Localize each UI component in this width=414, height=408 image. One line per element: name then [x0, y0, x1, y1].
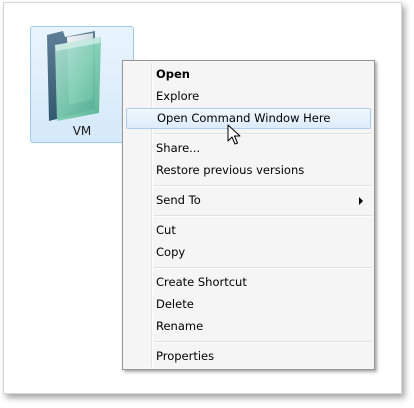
- arrow-cursor-icon: [227, 124, 241, 145]
- menu-separator: [154, 341, 372, 343]
- menu-item-send-to-label: Send To: [156, 193, 201, 207]
- menu-separator: [154, 133, 372, 135]
- menu-item-copy[interactable]: Copy: [126, 242, 371, 263]
- menu-item-properties[interactable]: Properties: [126, 346, 371, 367]
- menu-item-delete[interactable]: Delete: [126, 294, 371, 315]
- menu-separator: [154, 215, 372, 217]
- screenshot-frame: VM Open Explore Open Command Window Here…: [3, 2, 402, 394]
- context-menu: Open Explore Open Command Window Here Sh…: [122, 60, 375, 370]
- menu-item-explore[interactable]: Explore: [126, 86, 371, 107]
- menu-item-create-shortcut[interactable]: Create Shortcut: [126, 272, 371, 293]
- menu-separator: [154, 185, 372, 187]
- folder-item-vm[interactable]: VM: [30, 26, 134, 143]
- folder-label: VM: [72, 124, 92, 138]
- menu-separator: [154, 267, 372, 269]
- folder-icon: [47, 31, 101, 121]
- submenu-arrow-icon: [359, 197, 363, 205]
- menu-item-open-command-window-here[interactable]: Open Command Window Here: [126, 108, 371, 129]
- menu-item-share[interactable]: Share...: [126, 138, 371, 159]
- menu-item-cut[interactable]: Cut: [126, 220, 371, 241]
- menu-item-send-to[interactable]: Send To: [126, 190, 371, 211]
- menu-item-rename[interactable]: Rename: [126, 316, 371, 337]
- menu-item-restore-previous-versions[interactable]: Restore previous versions: [126, 160, 371, 181]
- menu-item-open[interactable]: Open: [126, 64, 371, 85]
